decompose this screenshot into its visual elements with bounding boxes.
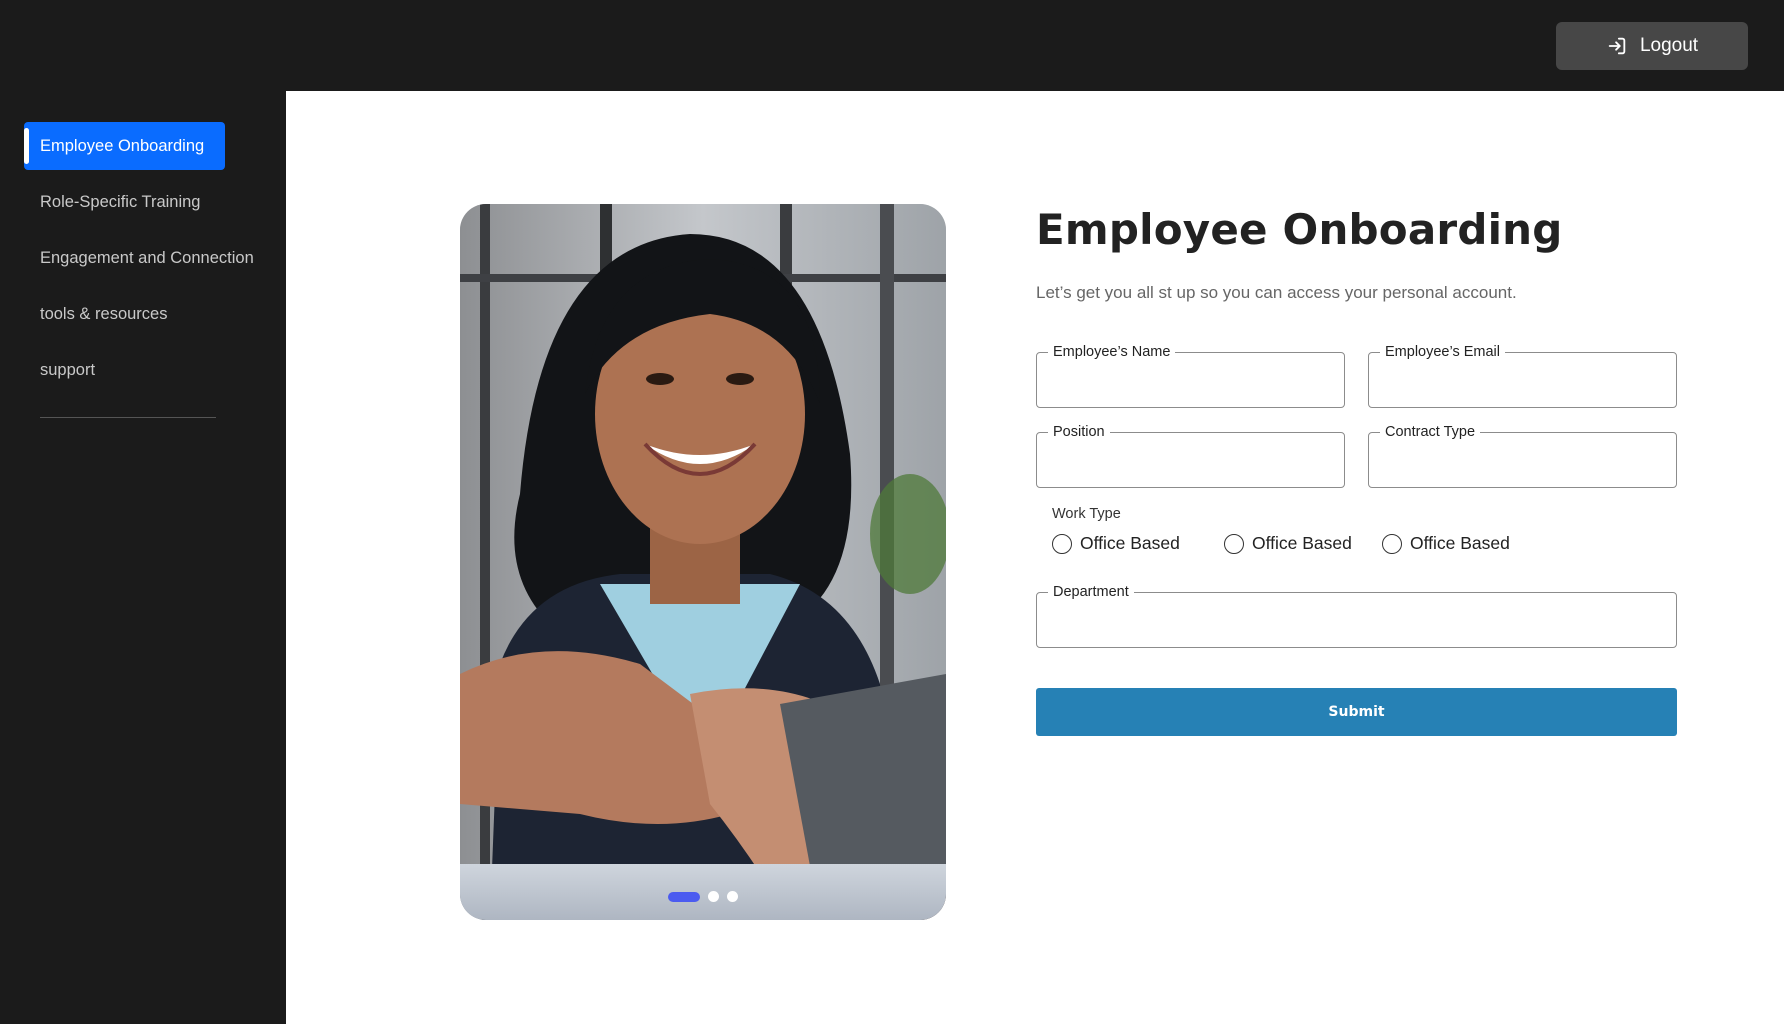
department-label: Department <box>1048 584 1134 600</box>
radio-button[interactable] <box>1382 533 1402 554</box>
carousel-indicators <box>460 891 946 902</box>
employee-email-input[interactable] <box>1369 353 1676 407</box>
radio-button[interactable] <box>1224 533 1244 554</box>
contract-type-field: Contract Type <box>1368 424 1677 488</box>
radio-button[interactable] <box>1052 533 1072 554</box>
page-subtitle: Let’s get you all st up so you can acces… <box>1036 283 1517 302</box>
image-carousel[interactable] <box>460 204 946 920</box>
radio-label: Office Based <box>1252 533 1352 553</box>
sidebar-item-employee-onboarding[interactable]: Employee Onboarding <box>24 122 225 170</box>
logout-button[interactable]: Logout <box>1556 22 1748 70</box>
work-type-option-1[interactable]: Office Based <box>1052 533 1180 554</box>
position-label: Position <box>1048 424 1110 440</box>
work-type-option-2[interactable]: Office Based <box>1224 533 1352 554</box>
sidebar-item-tools-resources[interactable]: tools & resources <box>24 290 167 338</box>
position-input[interactable] <box>1037 433 1344 487</box>
sidebar-item-label: support <box>40 360 96 379</box>
page-title: Employee Onboarding <box>1036 205 1563 254</box>
employee-name-input[interactable] <box>1037 353 1344 407</box>
employee-email-label: Employee’s Email <box>1380 344 1505 360</box>
work-type-label: Work Type <box>1052 506 1121 522</box>
main-content: Employee Onboarding Let’s get you all st… <box>286 91 1784 1024</box>
employee-name-field: Employee’s Name <box>1036 344 1345 408</box>
sidebar: Employee Onboarding Role-Specific Traini… <box>0 91 286 1024</box>
employee-email-field: Employee’s Email <box>1368 344 1677 408</box>
radio-label: Office Based <box>1080 533 1180 553</box>
position-field: Position <box>1036 424 1345 488</box>
sidebar-item-engagement-and-connection[interactable]: Engagement and Connection <box>24 234 254 282</box>
logout-icon <box>1608 37 1626 55</box>
sidebar-item-role-specific-training[interactable]: Role-Specific Training <box>24 178 201 226</box>
sidebar-item-label: tools & resources <box>40 304 168 323</box>
top-bar: Logout <box>0 0 1784 91</box>
onboarding-photo <box>460 204 946 920</box>
sidebar-item-support[interactable]: support <box>24 346 95 394</box>
sidebar-item-label: Employee Onboarding <box>40 136 205 155</box>
carousel-dot-1[interactable] <box>668 891 700 902</box>
contract-type-label: Contract Type <box>1380 424 1481 440</box>
department-field: Department <box>1036 584 1677 648</box>
logout-label: Logout <box>1639 35 1699 56</box>
sidebar-item-label: Role-Specific Training <box>40 192 201 211</box>
submit-button[interactable]: Submit <box>1036 688 1677 736</box>
carousel-dot-2[interactable] <box>708 891 719 902</box>
sidebar-divider <box>40 417 216 418</box>
department-input[interactable] <box>1037 593 1676 647</box>
employee-name-label: Employee’s Name <box>1048 344 1176 360</box>
radio-label: Office Based <box>1410 533 1510 553</box>
contract-type-input[interactable] <box>1369 433 1676 487</box>
sidebar-item-label: Engagement and Connection <box>40 248 254 267</box>
carousel-dot-3[interactable] <box>727 891 738 902</box>
work-type-option-3[interactable]: Office Based <box>1382 533 1510 554</box>
